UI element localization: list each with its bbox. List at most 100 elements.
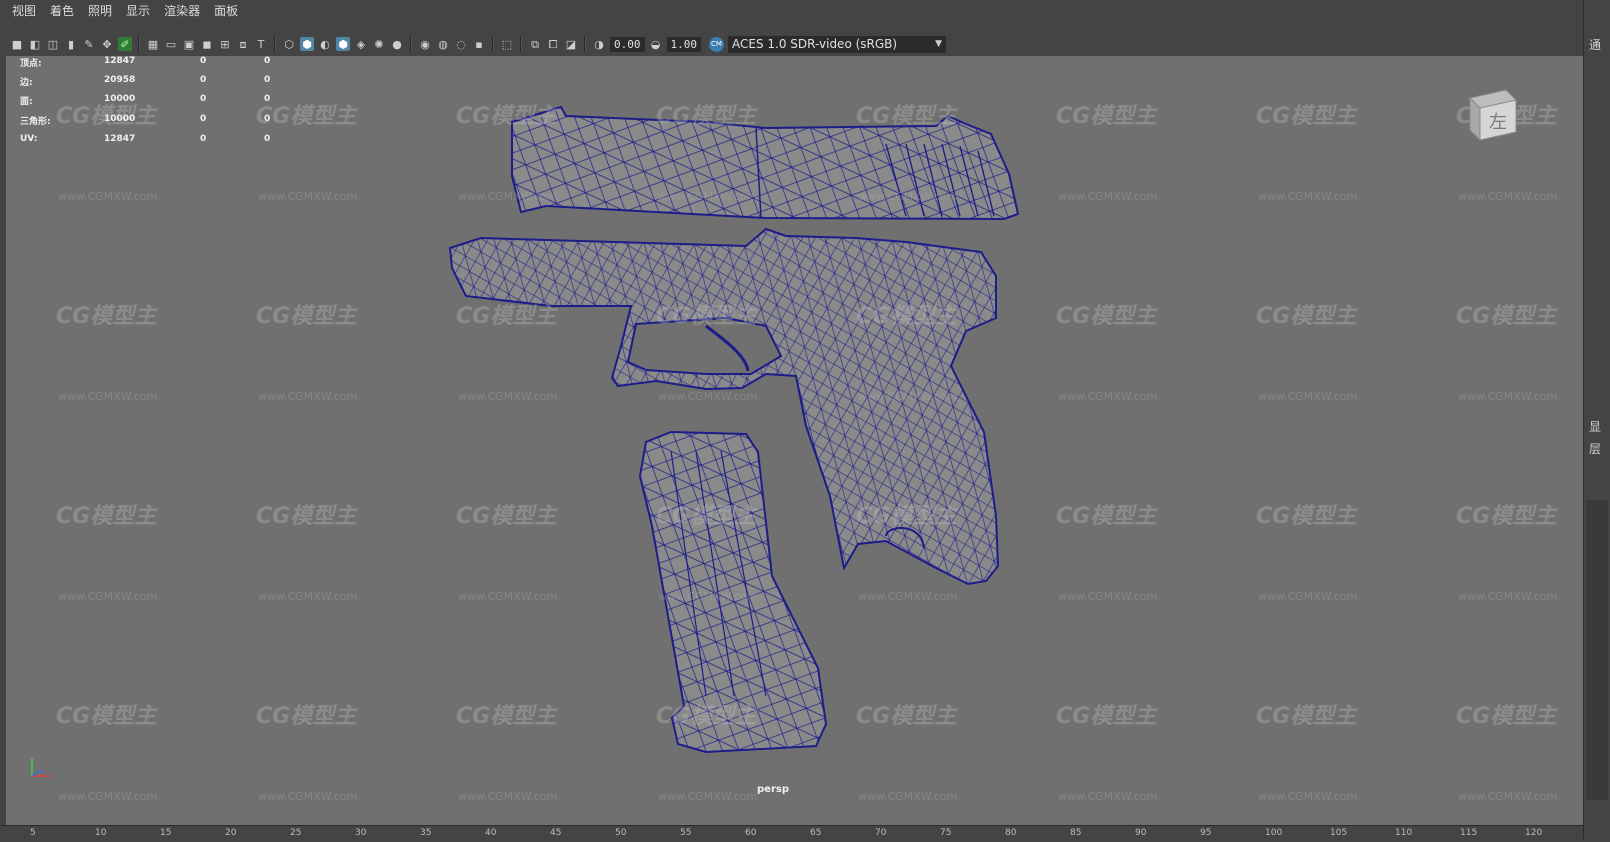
viewcube[interactable]: 左 <box>1464 86 1520 146</box>
stat-row-faces: 面: 10000 0 0 <box>20 94 280 108</box>
backface-culling-icon[interactable]: ◪ <box>564 37 578 51</box>
stat-value-object: 10000 <box>104 114 136 124</box>
attribute-editor-strip: 通 显 层 <box>1583 0 1610 841</box>
slide-part <box>511 105 1020 221</box>
menu-show[interactable]: 显示 <box>119 0 157 22</box>
timeline-tick-label: 55 <box>680 828 692 838</box>
stat-value-object: 10000 <box>104 94 136 104</box>
stat-value-component: 0 <box>264 75 271 85</box>
side-scroll-area[interactable] <box>1586 500 1608 800</box>
viewcube-icon: 左 <box>1469 89 1517 142</box>
xray-joints-icon[interactable]: ⧉ <box>528 37 542 51</box>
bookmark-icon[interactable]: ◫ <box>46 37 60 51</box>
stat-value-selected: 0 <box>200 114 207 124</box>
anti-aliasing-icon[interactable]: ◌ <box>454 37 468 51</box>
toolbar-divider <box>410 36 412 52</box>
toolbar-divider <box>492 36 494 52</box>
toolbar-divider <box>274 36 276 52</box>
pistol-wireframe-model <box>448 105 1020 754</box>
timeline-tick-label: 50 <box>615 828 627 838</box>
toolbar-divider <box>520 36 522 52</box>
grease-pencil-icon[interactable]: ✎ <box>82 37 96 51</box>
depth-of-field-icon[interactable]: ▪ <box>472 37 486 51</box>
color-space-dropdown[interactable]: ACES 1.0 SDR-video (sRGB) ▼ <box>728 35 946 53</box>
display-layer-tab[interactable]: 显 <box>1589 418 1601 435</box>
gamma-field[interactable]: 1.00 <box>666 36 701 52</box>
stat-value-selected: 0 <box>200 134 207 144</box>
2d-pan-zoom-icon[interactable]: ✥ <box>100 37 114 51</box>
timeline-tick-label: 65 <box>810 828 822 838</box>
chevron-down-icon: ▼ <box>935 39 942 49</box>
xray-active-icon[interactable]: ⧠ <box>546 37 560 51</box>
field-chart-icon[interactable]: ⊞ <box>218 37 232 51</box>
time-slider[interactable]: 5 10 15 20 25 30 35 40 45 50 55 60 65 70 75 80 85 90 95 100… <box>0 825 1583 842</box>
image-plane-icon[interactable]: ▮ <box>64 37 78 51</box>
timeline-tick-label: 100 <box>1265 828 1283 838</box>
viewcube-face-label: 左 <box>1489 112 1507 133</box>
safe-action-icon[interactable]: ⧈ <box>236 37 250 51</box>
stat-row-vertices: 顶点: 12847 0 0 <box>20 56 280 70</box>
viewport-toolbar: ■ ◧ ◫ ▮ ✎ ✥ ✐ ▦ ▭ ▣ ◼ ⊞ ⧈ T ⬡ ⬢ ◐ ⬢ ◈ ✺ … <box>0 32 1583 56</box>
timeline-tick-label: 75 <box>940 828 952 838</box>
stat-label: 三角形: <box>20 117 51 127</box>
xray-icon[interactable]: ◈ <box>354 37 368 51</box>
timeline-tick-label: 30 <box>355 828 367 838</box>
stat-value-component: 0 <box>264 56 271 66</box>
camera-attributes-icon[interactable]: ◧ <box>28 37 42 51</box>
stat-value-selected: 0 <box>200 56 207 66</box>
menu-view[interactable]: 视图 <box>0 0 43 22</box>
timeline-tick-label: 5 <box>30 828 36 838</box>
gate-mask-icon[interactable]: ◼ <box>200 37 214 51</box>
stat-row-uvs: UV: 12847 0 0 <box>20 134 280 148</box>
timeline-tick-label: 115 <box>1460 828 1478 838</box>
stat-label: 顶点: <box>20 59 42 69</box>
safe-title-icon[interactable]: T <box>254 37 268 51</box>
timeline-tick-label: 95 <box>1200 828 1212 838</box>
channel-box-tab[interactable]: 通 <box>1589 36 1601 53</box>
axis-gizmo <box>28 756 58 786</box>
menu-renderer[interactable]: 渲染器 <box>157 0 207 22</box>
exposure-field[interactable]: 0.00 <box>610 36 645 52</box>
wireframe-on-shaded-icon[interactable]: ⬢ <box>336 37 350 51</box>
wireframe-icon[interactable]: ⬡ <box>282 37 296 51</box>
select-camera-icon[interactable]: ■ <box>10 37 24 51</box>
viewport-menubar: 视图 着色 照明 显示 渲染器 面板 <box>0 0 1610 22</box>
color-space-value: ACES 1.0 SDR-video (sRGB) <box>732 37 898 51</box>
gamma-icon[interactable]: ◒ <box>649 37 663 51</box>
menu-lighting[interactable]: 照明 <box>81 0 119 22</box>
default-material-icon[interactable]: ◐ <box>318 37 332 51</box>
resolution-gate-icon[interactable]: ▣ <box>182 37 196 51</box>
menu-panels[interactable]: 面板 <box>207 0 245 22</box>
film-gate-icon[interactable]: ▭ <box>164 37 178 51</box>
motion-blur-icon[interactable]: ◍ <box>436 37 450 51</box>
stat-label: 边: <box>20 78 33 88</box>
timeline-tick-label: 25 <box>290 828 302 838</box>
3d-viewport[interactable]: CG模型主 www.CGMXW.com CG模型主 www.CGMXW.com CG模型… <box>6 56 1583 825</box>
stat-value-selected: 0 <box>200 75 207 85</box>
layer-tab[interactable]: 层 <box>1589 440 1601 457</box>
exposure-icon[interactable]: ◑ <box>592 37 606 51</box>
stat-row-triangles: 三角形: 10000 0 0 <box>20 114 280 128</box>
lights-icon[interactable]: ✺ <box>372 37 386 51</box>
timeline-tick-label: 35 <box>420 828 432 838</box>
smooth-shade-icon[interactable]: ⬢ <box>300 37 314 51</box>
pencil-icon[interactable]: ✐ <box>118 37 132 51</box>
timeline-tick-label: 40 <box>485 828 497 838</box>
grid-icon[interactable]: ▦ <box>146 37 160 51</box>
menu-shading[interactable]: 着色 <box>43 0 81 22</box>
timeline-tick-label: 80 <box>1005 828 1017 838</box>
timeline-tick-label: 60 <box>745 828 757 838</box>
color-management-icon[interactable]: CM <box>709 36 724 52</box>
isolate-select-icon[interactable]: ⬚ <box>500 37 514 51</box>
stat-label: 面: <box>20 97 33 107</box>
timeline-tick-label: 110 <box>1395 828 1413 838</box>
timeline-tick-label: 10 <box>95 828 107 838</box>
camera-name-label: persp <box>757 784 789 795</box>
timeline-tick-label: 20 <box>225 828 237 838</box>
stat-value-object: 12847 <box>104 134 136 144</box>
timeline-tick-label: 15 <box>160 828 172 838</box>
stat-value-object: 20958 <box>104 75 136 85</box>
shadows-icon[interactable]: ● <box>390 37 404 51</box>
stat-label: UV: <box>20 134 38 144</box>
ambient-occlusion-icon[interactable]: ◉ <box>418 37 432 51</box>
